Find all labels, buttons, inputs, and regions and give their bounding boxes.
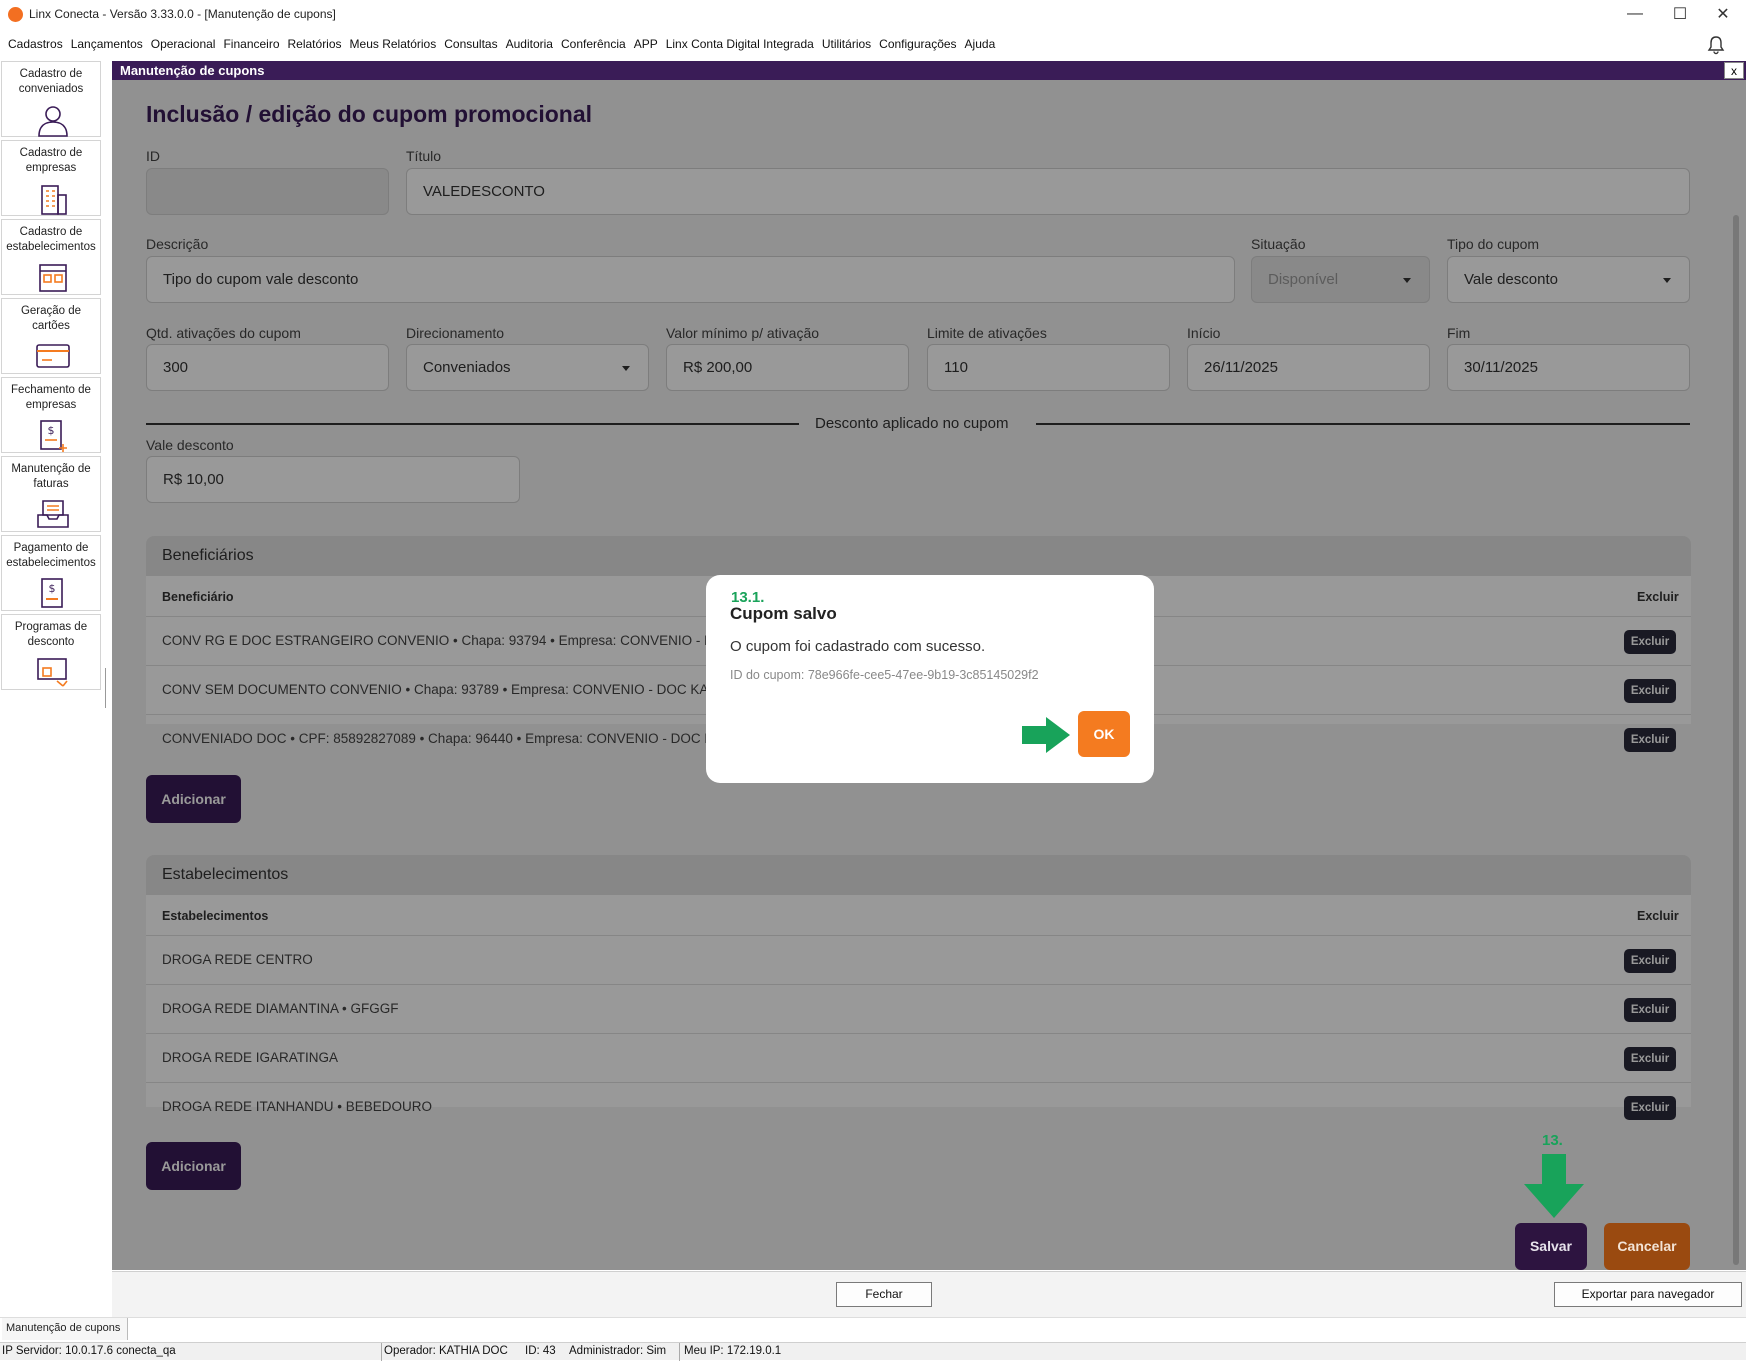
status-ip: Meu IP: 172.19.0.1 (684, 1345, 782, 1357)
sidebar-item-cadastro-estabelecimentos[interactable]: Cadastro de estabelecimentos (1, 219, 101, 295)
sidebar-item-label: Manutenção de faturas (11, 463, 91, 490)
menu-lancamentos[interactable]: Lançamentos (67, 33, 147, 57)
fechar-button[interactable]: Fechar (836, 1282, 932, 1307)
window-tabs-bar (0, 1317, 1746, 1341)
status-server: IP Servidor: 10.0.17.6 conecta_qa (2, 1345, 176, 1357)
arrow-right-icon (1022, 717, 1070, 753)
sidebar-splitter[interactable] (105, 668, 107, 708)
dialog-message: O cupom foi cadastrado com sucesso. (730, 638, 986, 655)
menu-configuracoes[interactable]: Configurações (875, 33, 960, 57)
title-bar: Linx Conecta - Versão 3.33.0.0 - [Manute… (0, 0, 1746, 28)
menu-relatorios[interactable]: Relatórios (284, 33, 346, 57)
close-window-button[interactable]: ✕ (1700, 0, 1746, 28)
sidebar-item-geracao-cartoes[interactable]: Geração de cartões (1, 298, 101, 374)
sidebar-item-programas-desconto[interactable]: Programas de desconto (1, 614, 101, 690)
minimize-button[interactable]: — (1612, 0, 1658, 28)
sidebar-item-label: Programas de desconto (14, 621, 88, 648)
menu-cadastros[interactable]: Cadastros (4, 33, 67, 57)
sidebar-item-cadastro-empresas[interactable]: Cadastro de empresas (1, 140, 101, 216)
invoice-icon: $ (40, 420, 67, 452)
window-tab-manutencao-cupons[interactable]: Manutenção de cupons (2, 1318, 128, 1340)
sidebar-item-fechamento-empresas[interactable]: Fechamento de empresas $ (1, 377, 101, 453)
coupon-id-text: ID do cupom: 78e966fe-cee5-47ee-9b19-3c8… (730, 668, 1039, 682)
arrow-down-icon (1524, 1154, 1584, 1218)
sidebar-item-label: Geração de cartões (20, 305, 82, 332)
menu-conferencia[interactable]: Conferência (557, 33, 630, 57)
menu-financeiro[interactable]: Financeiro (219, 33, 283, 57)
discount-icon (37, 658, 68, 687)
bell-icon[interactable] (1706, 35, 1726, 55)
sidebar-item-manutencao-faturas[interactable]: Manutenção de faturas (1, 456, 101, 532)
sidebar-item-label: Cadastro de conveniados (18, 68, 84, 95)
maximize-button[interactable]: ☐ (1657, 0, 1703, 28)
menu-auditoria[interactable]: Auditoria (502, 33, 557, 57)
export-browser-button[interactable]: Exportar para navegador (1554, 1282, 1742, 1307)
mdi-window-title: Manutenção de cupons (112, 61, 1746, 80)
sidebar-item-label: Cadastro de estabelecimentos (6, 226, 96, 253)
tray-icon (37, 500, 69, 528)
svg-text:$: $ (49, 582, 56, 595)
bottom-panel: Fechar Exportar para navegador (112, 1271, 1746, 1317)
svg-text:$: $ (48, 424, 55, 437)
ok-button[interactable]: OK (1078, 711, 1130, 757)
mdi-close-button[interactable]: x (1724, 62, 1744, 79)
menu-bar: Cadastros Lançamentos Operacional Financ… (0, 33, 1746, 57)
store-icon (39, 264, 67, 292)
sidebar-item-cadastro-conveniados[interactable]: Cadastro de conveniados (1, 61, 101, 137)
app-logo-icon (8, 7, 23, 22)
save-button[interactable]: Salvar (1515, 1223, 1587, 1270)
status-separator (679, 1343, 680, 1361)
menu-linx-conta-digital[interactable]: Linx Conta Digital Integrada (662, 33, 818, 57)
menu-meus-relatorios[interactable]: Meus Relatórios (346, 33, 441, 57)
menu-consultas[interactable]: Consultas (440, 33, 501, 57)
status-operator: Operador: KATHIA DOC (384, 1345, 508, 1357)
status-bar: IP Servidor: 10.0.17.6 conecta_qa Operad… (0, 1342, 1746, 1361)
menu-utilitarios[interactable]: Utilitários (818, 33, 875, 57)
status-id: ID: 43 (525, 1345, 556, 1357)
card-icon (36, 344, 70, 368)
status-admin: Administrador: Sim (569, 1345, 667, 1357)
success-dialog: 13.1. Cupom salvo O cupom foi cadastrado… (706, 575, 1154, 783)
payment-icon: $ (41, 578, 63, 608)
building-icon (41, 185, 67, 215)
sidebar-item-pagamento-estabelecimentos[interactable]: Pagamento de estabelecimentos $ (1, 535, 101, 611)
menu-ajuda[interactable]: Ajuda (961, 33, 1000, 57)
menu-operacional[interactable]: Operacional (147, 33, 220, 57)
user-icon (38, 106, 68, 137)
window-title: Linx Conecta - Versão 3.33.0.0 - [Manute… (29, 7, 336, 21)
sidebar-item-label: Fechamento de empresas (11, 384, 91, 411)
cancel-button[interactable]: Cancelar (1604, 1223, 1690, 1270)
sidebar-item-label: Pagamento de estabelecimentos (6, 542, 96, 569)
step-annotation: 13. (1542, 1132, 1563, 1149)
menu-app[interactable]: APP (630, 33, 662, 57)
dialog-title: Cupom salvo (730, 604, 837, 623)
sidebar-item-label: Cadastro de empresas (19, 147, 83, 174)
status-separator (381, 1343, 382, 1361)
